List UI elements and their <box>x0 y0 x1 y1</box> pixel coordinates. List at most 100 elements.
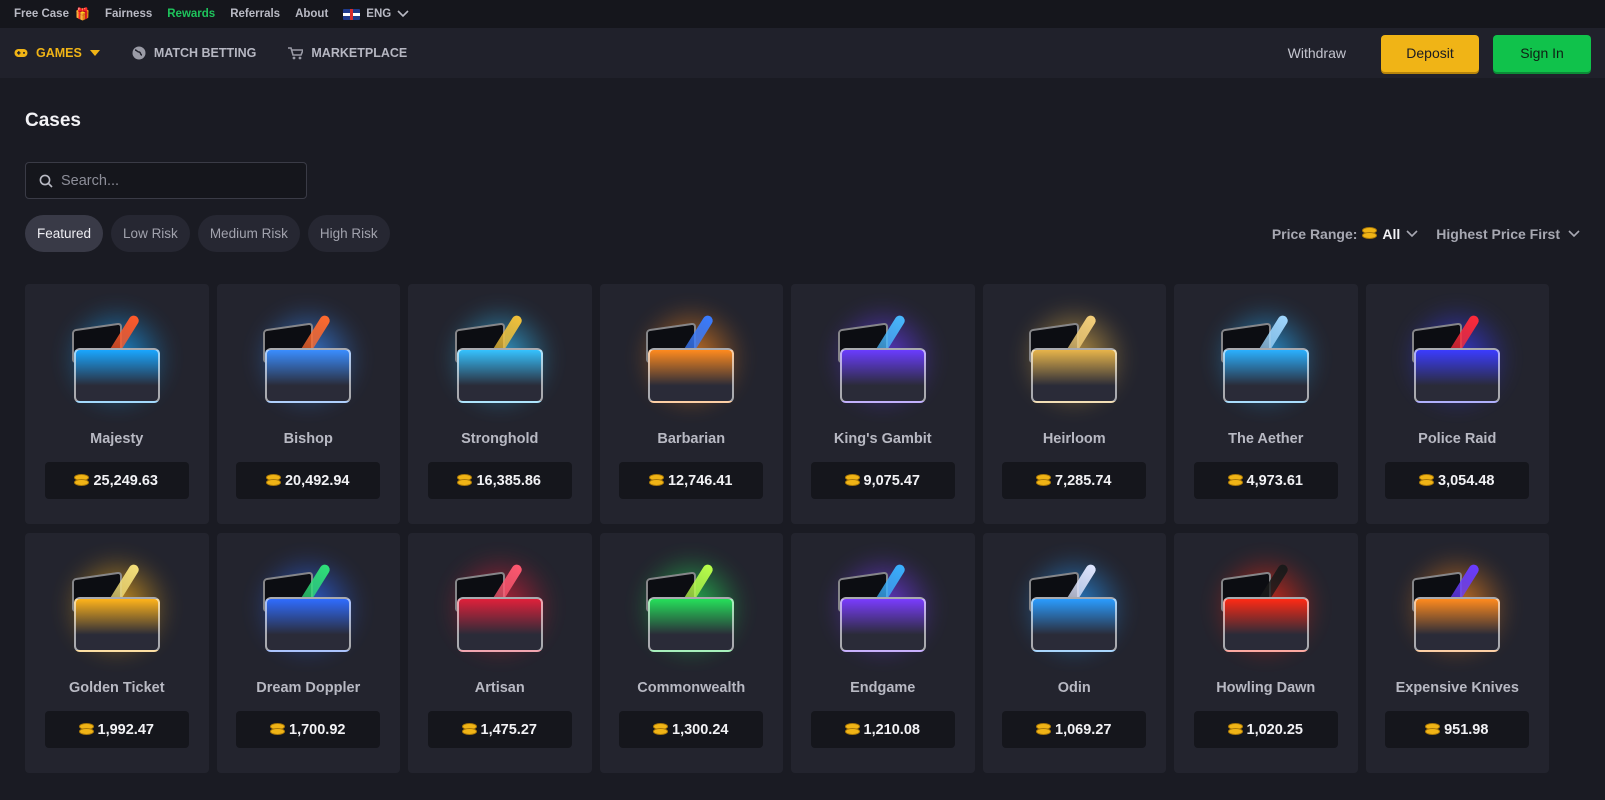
case-image <box>1009 300 1139 415</box>
case-price[interactable]: 7,285.74 <box>1002 462 1147 499</box>
case-price-value: 4,973.61 <box>1246 472 1303 489</box>
sort-dropdown[interactable]: Highest Price First <box>1436 226 1580 242</box>
globe-icon <box>132 46 146 60</box>
uk-flag-icon <box>343 8 361 20</box>
case-image <box>626 300 756 415</box>
case-image <box>52 549 182 664</box>
case-card[interactable]: Bishop 20,492.94 <box>216 284 400 524</box>
case-image <box>1201 549 1331 664</box>
case-name: Golden Ticket <box>68 680 165 696</box>
case-name: King's Gambit <box>833 431 932 447</box>
case-name: Commonwealth <box>637 680 746 696</box>
withdraw-link[interactable]: Withdraw <box>1288 45 1346 61</box>
tab-medium-risk[interactable]: Medium Risk <box>197 215 300 252</box>
case-card[interactable]: Endgame 1,210.08 <box>791 533 975 773</box>
fairness-link[interactable]: Fairness <box>105 8 152 20</box>
case-card[interactable]: The Aether 4,973.61 <box>1174 284 1358 524</box>
case-card[interactable]: Expensive Knives 951.98 <box>1365 533 1549 773</box>
tab-featured[interactable]: Featured <box>25 215 104 252</box>
gamepad-icon <box>14 49 28 57</box>
referrals-link[interactable]: Referrals <box>230 8 280 20</box>
language-selector[interactable]: ENG <box>343 8 409 20</box>
tab-low-risk[interactable]: Low Risk <box>111 215 190 252</box>
case-name: The Aether <box>1228 431 1304 447</box>
case-card[interactable]: Stronghold 16,385.86 <box>408 284 592 524</box>
case-card[interactable]: Commonwealth 1,300.24 <box>599 533 783 773</box>
coin-icon <box>75 475 89 486</box>
case-image <box>1392 549 1522 664</box>
case-card[interactable]: Heirloom 7,285.74 <box>982 284 1166 524</box>
price-range-value: All <box>1382 225 1401 242</box>
rewards-link[interactable]: Rewards <box>167 8 215 20</box>
case-price[interactable]: 4,973.61 <box>1193 462 1338 499</box>
coin-icon <box>1363 228 1377 239</box>
case-price-value: 1,992.47 <box>97 721 154 738</box>
case-price[interactable]: 25,249.63 <box>44 462 189 499</box>
case-card[interactable]: Howling Dawn 1,020.25 <box>1174 533 1358 773</box>
coin-icon <box>462 724 476 735</box>
coin-icon <box>79 724 93 735</box>
case-card[interactable]: Artisan 1,475.27 <box>408 533 592 773</box>
case-price[interactable]: 20,492.94 <box>236 462 381 499</box>
search-box[interactable] <box>25 162 307 199</box>
case-price[interactable]: 1,475.27 <box>427 711 572 748</box>
case-price[interactable]: 1,300.24 <box>619 711 764 748</box>
deposit-button[interactable]: Deposit <box>1381 34 1479 72</box>
case-price[interactable]: 951.98 <box>1385 711 1530 748</box>
case-price-value: 25,249.63 <box>93 472 158 489</box>
case-image <box>243 300 373 415</box>
case-price[interactable]: 1,069.27 <box>1002 711 1147 748</box>
about-link[interactable]: About <box>295 8 328 20</box>
gift-icon: 🎁 <box>74 7 90 21</box>
chevron-down-icon <box>1406 229 1418 237</box>
coin-icon <box>1037 475 1051 486</box>
case-price[interactable]: 12,746.41 <box>619 462 764 499</box>
case-name: Barbarian <box>657 431 726 447</box>
case-name: Stronghold <box>461 431 539 447</box>
coin-icon <box>1037 724 1051 735</box>
sign-in-button[interactable]: Sign In <box>1493 34 1591 72</box>
case-price-value: 12,746.41 <box>667 472 733 489</box>
case-image <box>1201 300 1331 415</box>
tab-high-risk[interactable]: High Risk <box>307 215 390 252</box>
language-label: ENG <box>366 8 392 20</box>
case-price-value: 9,075.47 <box>863 472 920 489</box>
case-price[interactable]: 1,700.92 <box>236 711 381 748</box>
case-card[interactable]: Majesty 25,249.63 <box>25 284 209 524</box>
case-price-value: 951.98 <box>1444 721 1489 738</box>
search-icon <box>39 174 53 188</box>
search-input[interactable] <box>61 172 281 189</box>
price-range-dropdown[interactable]: Price Range: All <box>1272 226 1418 242</box>
chevron-down-icon <box>397 10 409 18</box>
page-title: Cases <box>25 110 81 131</box>
case-price[interactable]: 9,075.47 <box>810 462 955 499</box>
coin-icon <box>1228 724 1242 735</box>
case-card[interactable]: Barbarian 12,746.41 <box>599 284 783 524</box>
case-price[interactable]: 1,020.25 <box>1193 711 1338 748</box>
nav-games[interactable]: GAMES <box>14 46 100 60</box>
top-bar: Free Case 🎁 Fairness Rewards Referrals Ab… <box>0 0 1605 28</box>
free-case-link[interactable]: Free Case 🎁 <box>14 7 90 21</box>
cart-icon <box>288 46 304 59</box>
nav-match-betting[interactable]: MATCH BETTING <box>132 46 256 60</box>
case-card[interactable]: Odin 1,069.27 <box>982 533 1166 773</box>
case-name: Expensive Knives <box>1395 680 1519 696</box>
case-price[interactable]: 16,385.86 <box>427 462 572 499</box>
case-card[interactable]: Police Raid 3,054.48 <box>1365 284 1549 524</box>
case-card[interactable]: King's Gambit 9,075.47 <box>791 284 975 524</box>
coin-icon <box>458 475 472 486</box>
case-price[interactable]: 1,992.47 <box>44 711 189 748</box>
case-image <box>243 549 373 664</box>
case-name: Heirloom <box>1042 431 1106 447</box>
nav-marketplace[interactable]: MARKETPLACE <box>288 46 407 60</box>
case-image <box>1392 300 1522 415</box>
cases-page: Cases Featured Low Risk Medium Risk High… <box>0 110 1605 773</box>
coin-icon <box>649 475 663 486</box>
case-card[interactable]: Golden Ticket 1,992.47 <box>25 533 209 773</box>
nav-games-label: GAMES <box>36 46 82 60</box>
case-image <box>626 549 756 664</box>
case-price[interactable]: 1,210.08 <box>810 711 955 748</box>
case-card[interactable]: Dream Doppler 1,700.92 <box>216 533 400 773</box>
case-name: Howling Dawn <box>1216 680 1316 696</box>
case-price[interactable]: 3,054.48 <box>1385 462 1530 499</box>
